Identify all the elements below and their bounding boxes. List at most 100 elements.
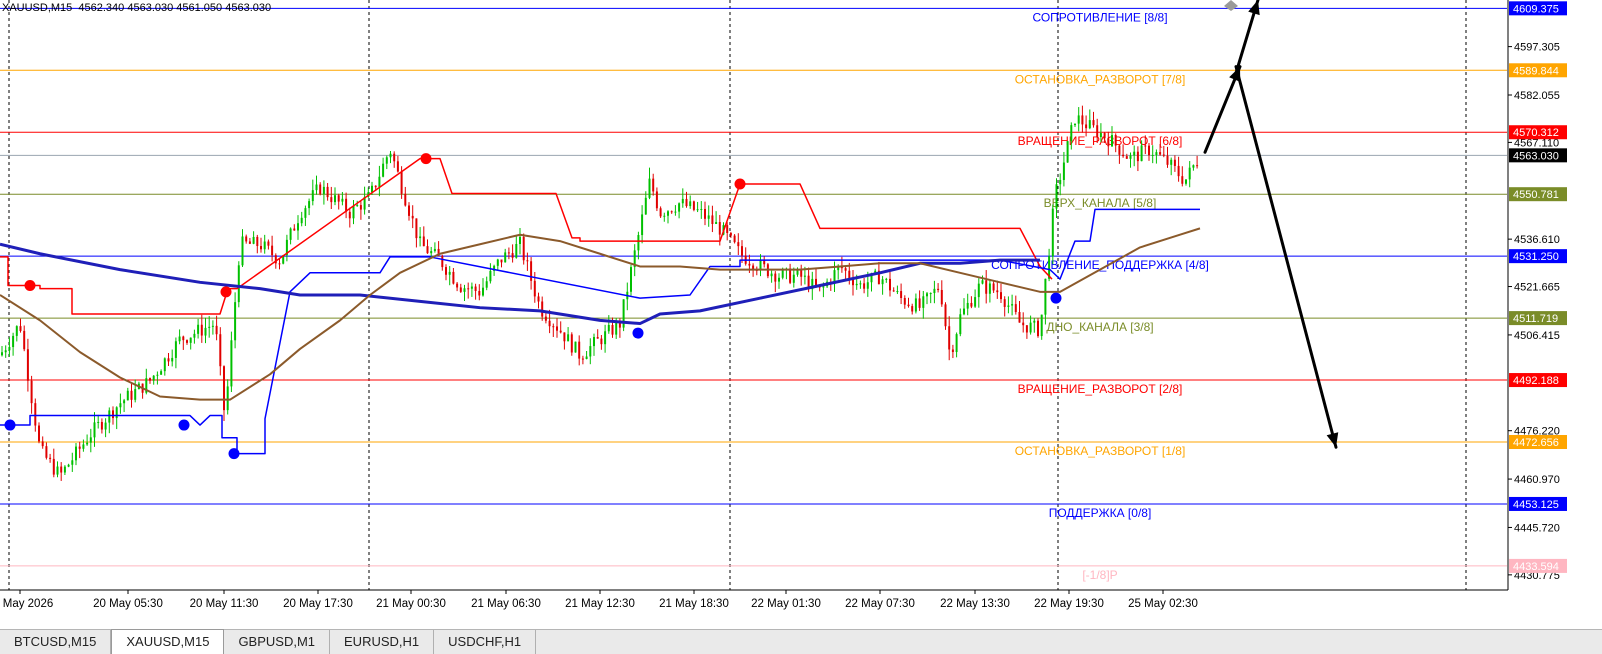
candle-body-303 <box>1122 154 1125 157</box>
candle-body-15 <box>56 466 59 475</box>
candle-body-185 <box>685 198 688 207</box>
level-price-label-4: 4531.250 <box>1513 251 1559 263</box>
candle-body-285 <box>1055 184 1058 209</box>
x-tick-label-0: 19 May 2026 <box>0 598 53 610</box>
candle-body-164 <box>607 325 610 332</box>
candle-body-312 <box>1155 152 1158 155</box>
candle-body-323 <box>1196 165 1199 167</box>
candle-body-139 <box>515 243 518 258</box>
candle-body-213 <box>789 268 792 283</box>
candle-body-263 <box>974 297 977 307</box>
tab-gbpusd[interactable]: GBPUSD,M1 <box>224 630 331 654</box>
candle-body-249 <box>922 296 925 308</box>
candle-body-147 <box>544 316 547 321</box>
candle-body-68 <box>252 236 255 244</box>
candle-body-289 <box>1070 125 1073 142</box>
candle-body-65 <box>241 236 244 266</box>
symbol-tab-bar: BTCUSD,M15 XAUUSD,M15 GBPUSD,M1 EURUSD,H… <box>0 629 1602 654</box>
price-chart[interactable]: 4597.3054582.0554567.1104536.6104521.665… <box>0 0 1602 629</box>
blue-signal-dot-4 <box>1050 292 1062 304</box>
candle-body-115 <box>426 246 429 254</box>
tab-usdchf[interactable]: USDCHF,H1 <box>434 630 537 654</box>
y-tick-label-3: 4536.610 <box>1514 234 1560 246</box>
candle-body-286 <box>1059 179 1062 185</box>
candle-body-239 <box>885 278 888 280</box>
candle-body-44 <box>163 358 166 372</box>
level-label-0: СОПРОТИВЛЕНИЕ [8/8] <box>1032 10 1167 24</box>
candle-body-231 <box>855 283 858 286</box>
candle-body-279 <box>1033 320 1036 323</box>
candle-body-82 <box>304 208 307 218</box>
x-tick-label-6: 21 May 12:30 <box>565 598 635 610</box>
candle-body-294 <box>1088 120 1091 129</box>
candle-body-107 <box>396 161 399 172</box>
candle-body-28 <box>104 422 107 430</box>
level-price-label-6: 4492.188 <box>1513 375 1559 387</box>
candle-body-278 <box>1029 322 1032 333</box>
candle-body-190 <box>704 208 706 219</box>
candle-body-11 <box>41 441 44 447</box>
chart-area[interactable]: 4597.305 4582.055 4567.110 4536.610 4521.665… <box>0 0 1602 654</box>
candle-body-105 <box>389 153 392 158</box>
candle-body-110 <box>408 205 410 216</box>
candle-body-170 <box>630 267 632 292</box>
candle-body-5 <box>19 326 22 331</box>
candle-body-254 <box>940 289 943 305</box>
candle-body-102 <box>378 176 381 188</box>
candle-body-193 <box>715 222 718 225</box>
candle-body-137 <box>507 252 510 254</box>
candle-body-305 <box>1129 155 1132 159</box>
candle-body-8 <box>30 380 33 404</box>
candle-body-92 <box>341 198 344 202</box>
candle-body-277 <box>1025 325 1028 333</box>
candle-body-308 <box>1140 145 1143 162</box>
candle-body-266 <box>985 280 988 294</box>
x-tick-label-11: 22 May 19:30 <box>1034 598 1104 610</box>
candle-body-45 <box>167 358 170 362</box>
candle-body-124 <box>459 287 462 292</box>
candle-body-175 <box>648 178 651 198</box>
candle-body-184 <box>681 198 684 204</box>
candle-body-295 <box>1092 120 1095 126</box>
x-tick-label-7: 21 May 18:30 <box>659 598 729 610</box>
candle-body-54 <box>200 324 203 336</box>
x-tick-label-12: 25 May 02:30 <box>1128 598 1198 610</box>
candle-body-309 <box>1144 145 1147 147</box>
candle-body-256 <box>948 326 951 350</box>
symbol-info: XAUUSD,M15 4562.340 4563.030 4561.050 45… <box>2 2 272 14</box>
candle-body-265 <box>981 280 984 284</box>
tab-xauusd[interactable]: XAUUSD,M15 <box>111 629 225 654</box>
candle-body-257 <box>951 349 954 353</box>
candle-body-281 <box>1040 314 1043 337</box>
candle-body-46 <box>171 357 174 362</box>
candle-body-111 <box>411 215 414 219</box>
candle-body-6 <box>23 330 26 350</box>
candle-body-187 <box>692 201 695 210</box>
candle-body-293 <box>1085 124 1088 129</box>
candle-body-71 <box>263 241 266 250</box>
x-tick-label-2: 20 May 11:30 <box>190 598 259 610</box>
candle-body-271 <box>1003 299 1006 307</box>
candle-body-274 <box>1014 304 1017 313</box>
candle-body-25 <box>93 422 96 438</box>
candle-body-296 <box>1096 125 1099 138</box>
candle-body-282 <box>1044 278 1047 315</box>
candle-body-191 <box>707 215 710 219</box>
candle-body-22 <box>82 444 85 449</box>
y-tick-label-1: 4582.055 <box>1514 90 1560 102</box>
y-tick-label-8: 4445.720 <box>1514 522 1560 534</box>
candle-body-248 <box>918 298 921 308</box>
candle-body-119 <box>441 256 444 268</box>
candle-body-269 <box>996 290 999 293</box>
red-signal-dot-1 <box>220 286 232 298</box>
tab-btcusd[interactable]: BTCUSD,M15 <box>0 630 112 654</box>
candle-body-134 <box>496 259 499 266</box>
candle-body-145 <box>537 296 540 302</box>
tab-eurusd[interactable]: EURUSD,H1 <box>330 630 435 654</box>
red-signal-dot-2 <box>420 153 432 165</box>
candle-body-149 <box>552 326 555 328</box>
candle-body-9 <box>34 403 37 426</box>
candle-body-319 <box>1181 176 1184 184</box>
candle-body-59 <box>219 334 222 367</box>
candle-body-275 <box>1018 312 1021 323</box>
